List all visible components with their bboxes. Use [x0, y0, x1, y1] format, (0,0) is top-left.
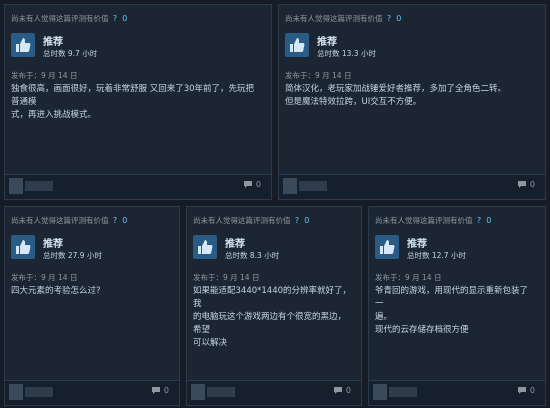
review-text-line: 式，再进入挑战模式。: [11, 110, 97, 120]
posted-date: 发布于：9 月 14 日: [11, 71, 78, 80]
thumbs-up-icon: [285, 33, 309, 57]
posted-date: 发布于：9 月 14 日: [11, 273, 78, 282]
comment-count: 0: [529, 386, 535, 395]
review-text-line: 遍。: [375, 312, 393, 322]
review-text-line: 爷青回的游戏，用现代的显示重新包装了一: [375, 286, 529, 309]
posted-date: 发布于：9 月 14 日: [375, 273, 442, 282]
review-card: 尚未有人觉得这篇评测有价值 ? 0 推荐 总时数 13.3 小时 发布于：9 月…: [278, 4, 546, 200]
review-text: 四大元素的考验怎么过?: [11, 285, 169, 298]
helpful-indicator: 尚未有人觉得这篇评测有价值 ? 0: [11, 13, 127, 24]
comment-count: 0: [255, 180, 261, 189]
thumbs-up-icon: [193, 235, 217, 259]
review-text-line: 简体汉化，老玩家加战锤爱好者推荐，多加了全角色二转。: [285, 84, 507, 94]
playtime-hours: 总时数 27.9 小时: [43, 251, 102, 260]
comment-button[interactable]: 0: [151, 386, 169, 395]
review-text-line: 现代的云存储存档很方便: [375, 325, 469, 335]
thumbs-up-icon: [375, 235, 399, 259]
review-rating-label[interactable]: 推荐: [317, 33, 337, 48]
comment-count: 0: [345, 386, 351, 395]
playtime-hours: 总时数 12.7 小时: [407, 251, 466, 260]
comment-icon: [333, 387, 342, 394]
helpful-text: 尚未有人觉得这篇评测有价值: [11, 14, 109, 23]
author-name[interactable]: [25, 181, 53, 191]
posted-date: 发布于：9 月 14 日: [285, 71, 352, 80]
review-footer: 0: [187, 380, 361, 405]
review-text: 爷青回的游戏，用现代的显示重新包装了一遍。现代的云存储存档很方便: [375, 285, 535, 337]
question-icon[interactable]: ?: [113, 216, 120, 225]
helpful-count: 0: [122, 216, 128, 225]
review-rating-label[interactable]: 推荐: [43, 235, 63, 250]
review-card: 尚未有人觉得这篇评测有价值 ? 0 推荐 总时数 12.7 小时 发布于：9 月…: [368, 206, 546, 406]
comment-count: 0: [529, 180, 535, 189]
comment-count: 0: [163, 386, 169, 395]
comment-button[interactable]: 0: [333, 386, 351, 395]
helpful-indicator: 尚未有人觉得这篇评测有价值 ? 0: [285, 13, 401, 24]
review-footer: 0: [279, 174, 545, 199]
review-text-line: 如果能适配3440*1440的分辨率就好了，我: [193, 286, 352, 309]
thumbs-up-icon: [11, 235, 35, 259]
helpful-text: 尚未有人觉得这篇评测有价值: [285, 14, 383, 23]
helpful-text: 尚未有人觉得这篇评测有价值: [375, 216, 473, 225]
comment-button[interactable]: 0: [243, 180, 261, 189]
review-text-line: 可以解决: [193, 338, 228, 348]
helpful-text: 尚未有人觉得这篇评测有价值: [193, 216, 291, 225]
review-card: 尚未有人觉得这篇评测有价值 ? 0 推荐 总时数 8.3 小时 发布于：9 月 …: [186, 206, 362, 406]
playtime-hours: 总时数 8.3 小时: [225, 251, 280, 260]
review-text-line: 的电脑玩这个游戏两边有个很宽的黑边，希望: [193, 312, 347, 335]
review-footer: 0: [369, 380, 545, 405]
review-rating-label[interactable]: 推荐: [43, 33, 63, 48]
review-rating-label[interactable]: 推荐: [225, 235, 245, 250]
comment-icon: [517, 181, 526, 188]
comment-icon: [517, 387, 526, 394]
helpful-indicator: 尚未有人觉得这篇评测有价值 ? 0: [375, 215, 491, 226]
review-text-line: 四大元素的考验怎么过?: [11, 286, 101, 296]
helpful-count: 0: [122, 14, 128, 23]
helpful-count: 0: [304, 216, 310, 225]
review-text: 简体汉化，老玩家加战锤爱好者推荐，多加了全角色二转。 但是魔法特效拉跨，UI交互不…: [285, 83, 535, 109]
author-name[interactable]: [207, 387, 235, 397]
playtime-hours: 总时数 9.7 小时: [43, 49, 98, 58]
review-footer: 0: [5, 380, 179, 405]
avatar[interactable]: [283, 178, 297, 194]
helpful-text: 尚未有人觉得这篇评测有价值: [11, 216, 109, 225]
review-text-line: 但是魔法特效拉跨，UI交互不方便。: [285, 97, 422, 107]
thumbs-up-icon: [11, 33, 35, 57]
review-text: 如果能适配3440*1440的分辨率就好了，我 的电脑玩这个游戏两边有个很宽的黑边…: [193, 285, 351, 350]
helpful-count: 0: [486, 216, 492, 225]
helpful-indicator: 尚未有人觉得这篇评测有价值 ? 0: [193, 215, 309, 226]
review-text-line: 独食很高，画面很好，玩着非常舒服 又回来了30年前了，先玩把普通模: [11, 84, 255, 107]
question-icon[interactable]: ?: [113, 14, 120, 23]
comment-button[interactable]: 0: [517, 386, 535, 395]
question-icon[interactable]: ?: [477, 216, 484, 225]
author-name[interactable]: [389, 387, 417, 397]
review-footer: 0: [5, 174, 271, 199]
comment-icon: [151, 387, 160, 394]
playtime-hours: 总时数 13.3 小时: [317, 49, 376, 58]
review-card: 尚未有人觉得这篇评测有价值 ? 0 推荐 总时数 9.7 小时 发布于：9 月 …: [4, 4, 272, 200]
avatar[interactable]: [9, 384, 23, 400]
author-name[interactable]: [299, 181, 327, 191]
avatar[interactable]: [191, 384, 205, 400]
review-card: 尚未有人觉得这篇评测有价值 ? 0 推荐 总时数 27.9 小时 发布于：9 月…: [4, 206, 180, 406]
question-icon[interactable]: ?: [295, 216, 302, 225]
comment-button[interactable]: 0: [517, 180, 535, 189]
review-rating-label[interactable]: 推荐: [407, 235, 427, 250]
posted-date: 发布于：9 月 14 日: [193, 273, 260, 282]
avatar[interactable]: [9, 178, 23, 194]
helpful-count: 0: [396, 14, 402, 23]
avatar[interactable]: [373, 384, 387, 400]
author-name[interactable]: [25, 387, 53, 397]
review-text: 独食很高，画面很好，玩着非常舒服 又回来了30年前了，先玩把普通模式，再进入挑战…: [11, 83, 261, 122]
question-icon[interactable]: ?: [387, 14, 394, 23]
helpful-indicator: 尚未有人觉得这篇评测有价值 ? 0: [11, 215, 127, 226]
comment-icon: [243, 181, 252, 188]
